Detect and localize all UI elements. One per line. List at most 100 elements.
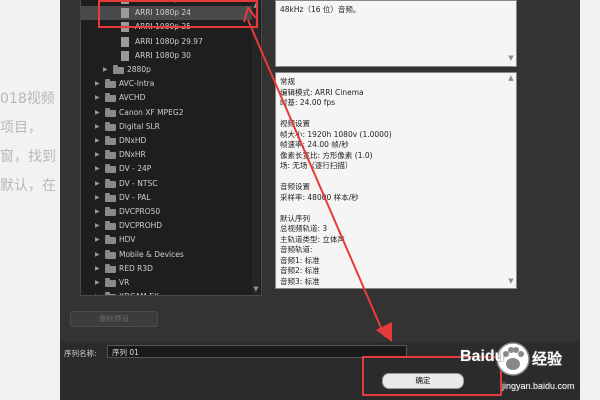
folder-icon <box>113 65 124 74</box>
expand-arrow-icon[interactable]: ▶ <box>95 191 100 205</box>
preset-item[interactable]: ARRI 1080p 29.97 <box>81 35 253 49</box>
delete-preset-button[interactable]: 删除预设 <box>70 311 158 327</box>
expand-arrow-icon[interactable]: ▶ <box>103 63 108 77</box>
folder-icon <box>105 207 116 216</box>
folder-icon <box>105 278 116 287</box>
expand-arrow-icon[interactable]: ▶ <box>95 248 100 262</box>
sequence-name-label: 序列名称: <box>64 349 97 358</box>
details-line: 音频设置 <box>280 182 310 191</box>
expand-arrow-icon[interactable]: ▶ <box>95 134 100 148</box>
preset-folder[interactable]: ▶ HDV <box>81 233 253 247</box>
folder-icon <box>105 121 116 131</box>
details-line: 帧速率: 24.00 帧/秒 <box>280 140 349 149</box>
details-line: 像素长宽比: 方形像素 (1.0) <box>280 150 373 160</box>
expand-arrow-icon[interactable]: ▶ <box>95 262 100 276</box>
expand-arrow-icon[interactable]: ▶ <box>95 233 100 247</box>
details-line: 默认序列 <box>280 213 310 223</box>
expand-arrow-icon[interactable]: ▶ <box>95 162 100 176</box>
preset-description-panel: 48kHz（16 位）音频。 <box>275 0 517 67</box>
watermark-suffix: 经验 <box>532 350 563 368</box>
preset-folder[interactable]: ▶ DV - NTSC <box>81 177 253 191</box>
details-line: 时基: 24.00 fps <box>280 98 336 107</box>
preset-tree-scroll-down-icon[interactable]: ▼ <box>252 285 260 293</box>
preset-folder[interactable]: ▶ Canon XF MPEG2 <box>81 106 253 120</box>
expand-arrow-icon[interactable]: ▶ <box>95 77 100 91</box>
preset-item[interactable]: ARRI 1080p 30 <box>81 49 253 63</box>
preset-tree[interactable]: ARRI 1080p 23.976ARRI 1080p 24ARRI 1080p… <box>80 0 262 296</box>
folder-icon <box>105 263 116 273</box>
tree-item-label: Canon XF MPEG2 <box>119 107 184 117</box>
preset-folder[interactable]: ▶ DNxHR <box>81 148 253 162</box>
folder-icon <box>105 136 116 145</box>
tree-item-label: DVCPROHD <box>119 221 163 231</box>
expand-arrow-icon[interactable]: ▶ <box>95 120 100 134</box>
preset-tree-scrollbar[interactable] <box>252 0 260 295</box>
tree-item-label: ARRI 1080p 29.97 <box>135 36 203 46</box>
details-line: 音频轨道: <box>280 245 313 254</box>
preset-folder[interactable]: ▶ DVCPRO50 <box>81 205 253 219</box>
preset-folder[interactable]: ▶ 2880p <box>81 63 253 77</box>
details-line: 编辑模式: ARRI Cinema <box>280 87 364 97</box>
preset-folder[interactable]: ▶ Mobile & Devices <box>81 248 253 262</box>
expand-arrow-icon[interactable]: ▶ <box>95 91 100 105</box>
expand-arrow-icon[interactable]: ▶ <box>95 205 100 219</box>
details-scroll-down-icon[interactable]: ▼ <box>507 277 515 285</box>
tree-item-label: 2880p <box>127 65 151 74</box>
preset-folder[interactable]: ▶ AVCHD <box>81 91 253 105</box>
tree-item-label: AVC-Intra <box>119 79 155 89</box>
annotation-box-preset <box>98 0 258 28</box>
preset-folder[interactable]: ▶ DV - 24P <box>81 162 253 176</box>
folder-icon <box>105 235 116 245</box>
folder-icon <box>105 249 116 259</box>
preset-file-icon <box>121 50 129 61</box>
watermark-url: jingyan.baidu.com <box>502 381 575 391</box>
details-line: 总视频轨道: 3 <box>280 224 328 233</box>
preset-folder[interactable]: ▶ DVCPROHD <box>81 219 253 233</box>
tree-item-label: DVCPRO50 <box>119 207 161 216</box>
preset-file-icon <box>121 36 129 47</box>
expand-arrow-icon[interactable]: ▶ <box>95 290 100 295</box>
details-line: 场: 无场（逐行扫描） <box>280 161 353 170</box>
folder-icon <box>105 192 116 202</box>
folder-icon <box>105 178 116 188</box>
details-line: 主轨道类型: 立体声 <box>280 234 345 244</box>
tree-item-label: DV - 24P <box>119 164 152 174</box>
preset-folder[interactable]: ▶ XDCAM EX <box>81 290 253 295</box>
preset-folder[interactable]: ▶ RED R3D <box>81 262 253 276</box>
tree-item-label: DNxHD <box>119 136 147 145</box>
tree-item-label: DV - NTSC <box>119 178 158 188</box>
folder-icon <box>105 221 116 231</box>
expand-arrow-icon[interactable]: ▶ <box>95 148 100 162</box>
watermark-brand: Baidu <box>460 348 505 365</box>
details-line: 视频设置 <box>280 119 310 128</box>
expand-arrow-icon[interactable]: ▶ <box>95 106 100 120</box>
folder-icon <box>105 164 116 174</box>
preset-folder[interactable]: ▶ VR <box>81 276 253 290</box>
tree-item-label: RED R3D <box>119 263 153 273</box>
details-line: 帧大小: 1920h 1080v (1.0000) <box>280 129 392 139</box>
preset-details-panel: 常规 编辑模式: ARRI Cinema 时基: 24.00 fps 视频设置 帧… <box>275 72 517 289</box>
expand-arrow-icon[interactable]: ▶ <box>95 177 100 191</box>
preset-folder[interactable]: ▶ DNxHD <box>81 134 253 148</box>
background-text-4: 默认，在 <box>0 178 56 194</box>
preset-folder[interactable]: ▶ Digital SLR <box>81 120 253 134</box>
background-text-2: 项目， <box>0 120 42 136</box>
tree-item-label: DNxHR <box>119 150 146 160</box>
expand-arrow-icon[interactable]: ▶ <box>95 276 100 290</box>
details-line: 音频1: 标准 <box>280 255 320 265</box>
details-scroll-up-icon[interactable]: ▲ <box>507 74 515 82</box>
baidu-watermark: Baidu 经验 jingyan.baidu.com <box>460 338 600 400</box>
folder-icon <box>105 79 116 89</box>
tree-item-label: Digital SLR <box>119 121 160 131</box>
details-line: 音频2: 标准 <box>280 266 320 275</box>
expand-arrow-icon[interactable]: ▶ <box>95 219 100 233</box>
tree-item-label: DV - PAL <box>119 192 151 202</box>
folder-icon <box>105 107 116 117</box>
details-line: 常规 <box>280 77 295 86</box>
preset-folder[interactable]: ▶ DV - PAL <box>81 191 253 205</box>
details-line: 音频3: 标准 <box>280 276 320 286</box>
description-scroll-down-icon[interactable]: ▼ <box>507 54 515 62</box>
folder-icon <box>105 292 116 295</box>
preset-folder[interactable]: ▶ AVC-Intra <box>81 77 253 91</box>
background-text-3: 窗，找到 <box>0 149 56 165</box>
